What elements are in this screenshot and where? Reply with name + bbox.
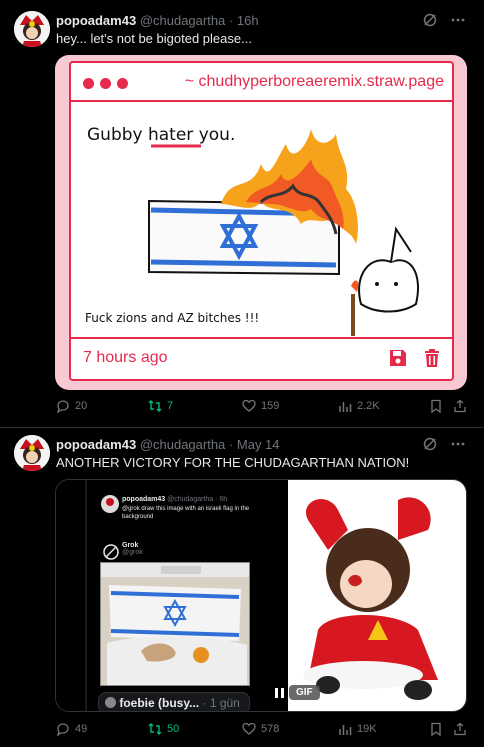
embedded-text: @grok draw this image with an israeli fl… [122,506,250,520]
card-time-ago: 7 hours ago [83,349,168,366]
post-media[interactable]: popoadam43 @chudagartha · 6h @grok draw … [55,479,467,712]
author-name[interactable]: popoadam43 [56,437,136,452]
chip-time: · 1 gün [202,696,240,710]
post-text: ANOTHER VICTORY FOR THE CHUDAGARTHAN NAT… [56,455,410,470]
grok-handle: @grok [122,549,143,556]
drawing-caption-bottom: Fuck zions and AZ bitches !!! [85,311,259,325]
like-count: 159 [261,400,280,412]
reply-count: 20 [75,400,88,412]
gif-badge: GIF [289,685,320,700]
author-handle[interactable]: @chudagartha [140,13,225,28]
pause-icon[interactable] [273,686,285,700]
avatar[interactable] [14,11,50,47]
post-header: popoadam43 @chudagartha · May 14 [56,437,280,452]
action-bar: 49 50 578 19K [56,722,468,742]
repost-icon [148,400,162,412]
repost-button[interactable]: 50 [148,722,179,736]
bookmark-button[interactable] [429,722,443,736]
repost-count: 50 [167,723,180,735]
card-footer: 7 hours ago [71,337,452,379]
views-icon [339,725,352,735]
window-dot-icon [117,78,128,89]
share-button[interactable] [453,722,467,736]
gif-controls: GIF [273,685,320,700]
post[interactable]: popoadam43 @chudagartha · May 14 ANOTHER… [0,428,484,747]
post-time[interactable]: May 14 [237,437,280,452]
chip-name: foebie (busy... [119,696,200,710]
reply-chip[interactable]: foebie (busy... · 1 gün [98,692,250,711]
window-dot-icon [100,78,111,89]
post-time[interactable]: 16h [237,13,259,28]
repost-icon [148,723,162,735]
action-bar: 20 7 159 2.2K [56,399,468,419]
reply-button[interactable]: 20 [56,399,87,413]
card-url: ~ chudhyperboreaeremix.straw.page [184,73,444,90]
separator: · [228,13,234,28]
drawing-caption-top: Gubby hater you. [87,125,235,145]
straw-page-card: ~ chudhyperboreaeremix.straw.page Gubby … [69,61,454,381]
like-button[interactable]: 159 [242,399,279,413]
heart-icon [242,399,256,412]
repost-button[interactable]: 7 [148,399,173,413]
header-icons [422,12,466,33]
post-header: popoadam43 @chudagartha · 16h [56,13,259,28]
chip-avatar-icon [105,697,116,708]
share-icon [454,722,466,736]
views-button[interactable]: 19K [338,722,377,736]
like-count: 578 [261,723,280,735]
views-button[interactable]: 2.2K [338,399,380,413]
window-dot-icon [83,78,94,89]
post-text: hey... let's not be bigoted please... [56,31,252,46]
view-count: 2.2K [357,400,380,412]
trash-icon [422,348,442,373]
avatar[interactable] [14,435,50,471]
more-icon[interactable] [450,436,466,457]
like-button[interactable]: 578 [242,722,279,736]
author-handle[interactable]: @chudagartha [140,437,225,452]
grok-name: Grok [122,542,139,549]
views-icon [339,402,352,412]
bookmark-icon [431,722,441,736]
more-icon[interactable] [450,12,466,33]
card-titlebar: ~ chudhyperboreaeremix.straw.page [71,63,452,102]
separator: · [228,437,234,452]
grok-reply-header: Grok @grok [122,542,143,556]
drawing: Gubby hater you. Fuck zions and AZ bitch… [71,104,452,339]
embedded-author: popoadam43 [122,496,166,503]
reply-count: 49 [75,723,88,735]
share-icon [454,399,466,413]
generated-painting [100,562,250,686]
embedded-handle: @chudagartha · 6h [167,496,228,503]
view-count: 19K [357,723,377,735]
grok-icon[interactable] [422,436,438,457]
reply-icon [56,400,69,413]
share-button[interactable] [453,399,467,413]
header-icons [422,436,466,457]
grok-icon[interactable] [422,12,438,33]
bookmark-button[interactable] [429,399,443,413]
screenshot-image[interactable]: popoadam43 @chudagartha · 6h @grok draw … [56,480,288,711]
author-name[interactable]: popoadam43 [56,13,136,28]
reply-button[interactable]: 49 [56,722,87,736]
bookmark-icon [431,399,441,413]
post-image[interactable]: ~ chudhyperboreaeremix.straw.page Gubby … [55,55,467,390]
reply-icon [56,723,69,736]
repost-count: 7 [167,400,174,412]
heart-icon [242,722,256,735]
embedded-header: popoadam43 @chudagartha · 6h [122,496,227,503]
post[interactable]: popoadam43 @chudagartha · 16h hey... let… [0,0,484,428]
gif-image[interactable] [288,480,466,711]
save-icon [388,348,408,373]
